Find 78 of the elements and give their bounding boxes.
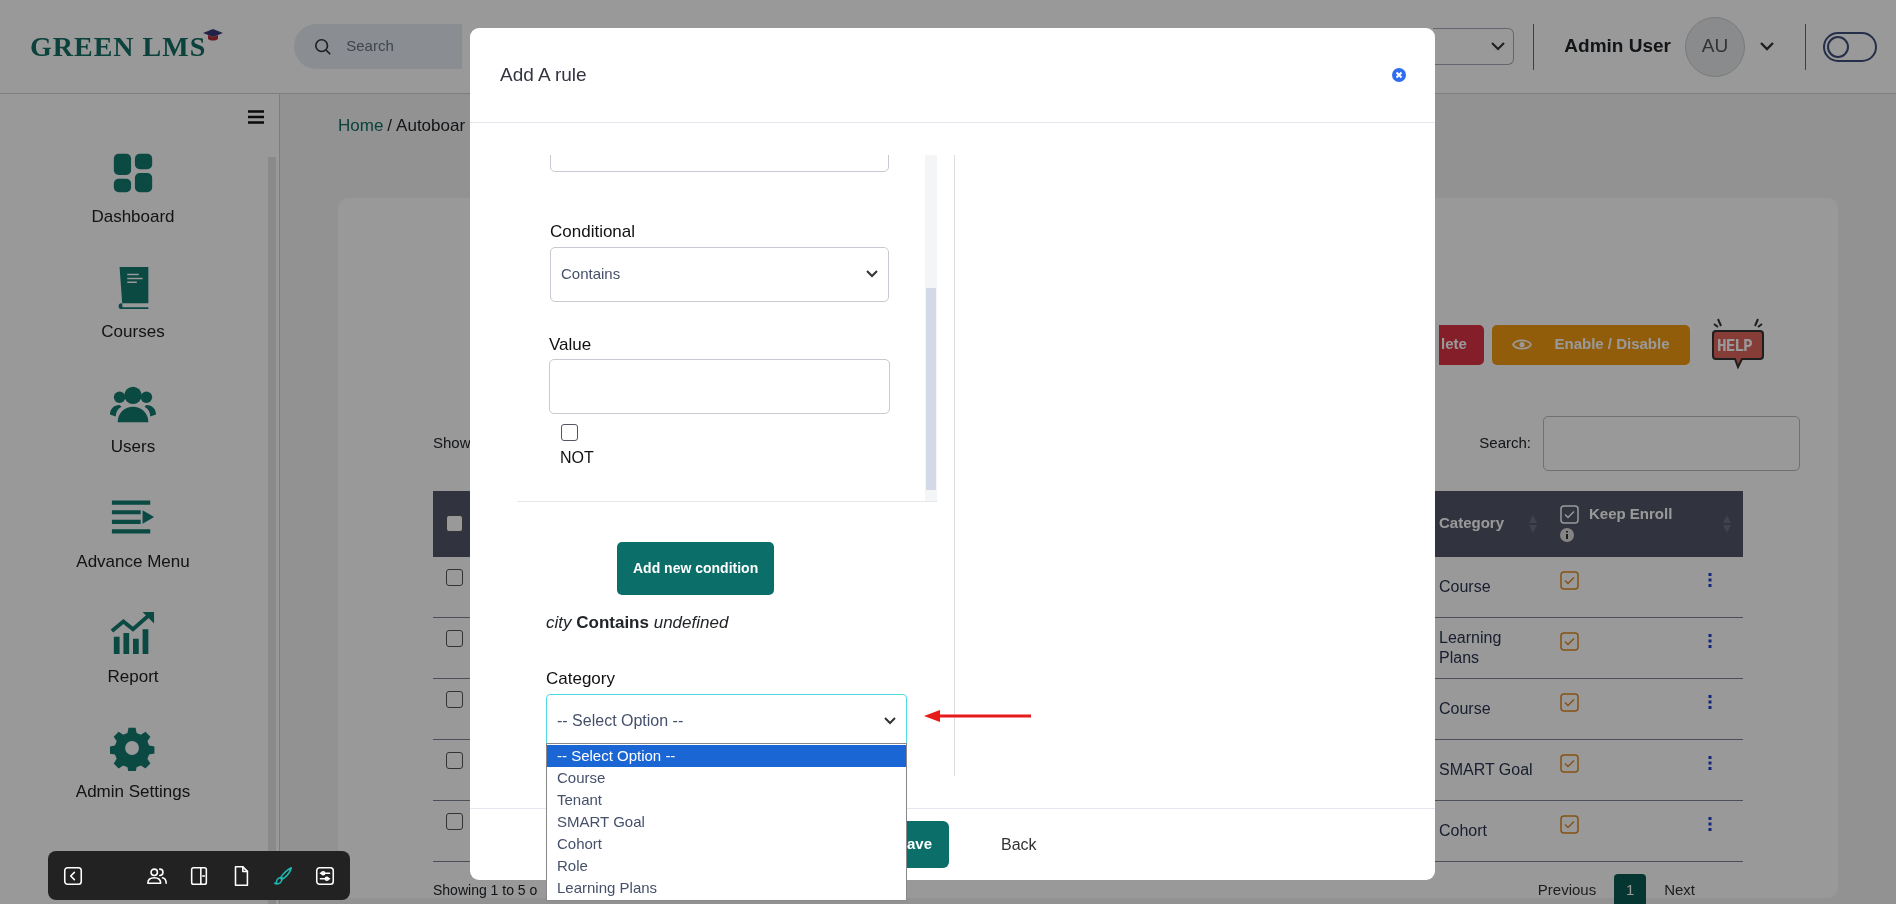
dropdown-option[interactable]: Tenant bbox=[547, 789, 906, 811]
checkbox[interactable] bbox=[1560, 814, 1579, 834]
field-label: Value bbox=[549, 333, 593, 356]
help-badge-text: HELP bbox=[1717, 334, 1752, 357]
not-label: NOT bbox=[560, 448, 595, 468]
pagination-button[interactable]: 1 bbox=[1614, 873, 1647, 904]
delete-button[interactable]: lete bbox=[1439, 324, 1484, 365]
row-checkbox[interactable] bbox=[446, 812, 463, 830]
sidebar-item[interactable]: Courses bbox=[101, 265, 165, 380]
bar-chart-icon bbox=[110, 610, 156, 656]
breadcrumb-current: Autoboar bbox=[396, 115, 466, 137]
dropdown-option[interactable]: Role bbox=[547, 855, 906, 877]
table-search-field[interactable] bbox=[1543, 415, 1800, 471]
chevron-down-icon bbox=[866, 270, 878, 278]
breadcrumb-link[interactable]: Home bbox=[338, 113, 384, 139]
back-button[interactable]: Back bbox=[1001, 832, 1037, 857]
table-cell: Cohort bbox=[1439, 820, 1488, 841]
dropdown-option[interactable]: -- Select Option -- bbox=[547, 745, 906, 767]
value-input[interactable] bbox=[549, 359, 890, 414]
checkbox[interactable] bbox=[446, 515, 463, 532]
save-button[interactable]: ave bbox=[907, 821, 949, 868]
checkbox[interactable] bbox=[1560, 753, 1579, 773]
user-avatar[interactable]: AU bbox=[1685, 16, 1745, 77]
table-cell: Course bbox=[1439, 576, 1491, 597]
sidebar-item[interactable]: Advance Menu bbox=[76, 495, 190, 610]
condition-summary: city Contains undefined bbox=[546, 612, 730, 634]
kebab-menu-icon[interactable] bbox=[1708, 755, 1712, 770]
checkbox[interactable] bbox=[1560, 570, 1579, 590]
dropdown-option[interactable]: Cohort bbox=[547, 833, 906, 855]
kebab-menu-icon[interactable] bbox=[1708, 694, 1712, 709]
row-checkbox[interactable] bbox=[446, 568, 463, 586]
checkbox[interactable] bbox=[561, 424, 578, 441]
table-cell: Course bbox=[1439, 698, 1491, 719]
row-checkbox[interactable] bbox=[446, 751, 463, 769]
sidebar-item[interactable]: Admin Settings bbox=[75, 725, 191, 840]
table-info: Showing 1 to 5 o bbox=[433, 881, 538, 900]
scrollbar[interactable] bbox=[925, 155, 937, 501]
kebab-menu-icon[interactable] bbox=[1708, 572, 1712, 587]
row-checkbox[interactable] bbox=[446, 629, 463, 647]
column-header[interactable]: Keep Enroll bbox=[1589, 503, 1673, 526]
close-icon[interactable] bbox=[1392, 68, 1406, 82]
chevron-down-icon bbox=[884, 717, 896, 725]
field-label: Category bbox=[546, 667, 616, 690]
breadcrumb-separator: / bbox=[387, 115, 393, 137]
table-cell-text: Learning Plans bbox=[1439, 628, 1503, 667]
kebab-menu-icon[interactable] bbox=[1708, 633, 1712, 648]
column-header[interactable]: Category bbox=[1439, 512, 1505, 535]
menu-icon[interactable] bbox=[248, 110, 264, 124]
kebab-menu-icon[interactable] bbox=[1708, 816, 1712, 831]
conditional-select[interactable]: Contains bbox=[550, 246, 889, 302]
chevron-down-icon bbox=[1491, 42, 1506, 51]
show-label: Show bbox=[433, 432, 471, 453]
info-icon[interactable] bbox=[1560, 528, 1574, 542]
checkbox[interactable] bbox=[1560, 631, 1579, 651]
search-icon bbox=[314, 37, 333, 56]
sidebar-item[interactable]: Users bbox=[110, 380, 156, 495]
table-cell: SMART Goal bbox=[1439, 759, 1533, 780]
dropdown-option[interactable]: Learning Plans bbox=[547, 877, 906, 899]
row-checkbox[interactable] bbox=[446, 690, 463, 708]
search-label: Search: bbox=[1479, 432, 1531, 453]
sidebar-item[interactable]: Report bbox=[107, 610, 159, 725]
dropdown-option[interactable]: Course bbox=[547, 767, 906, 789]
user-name: Admin User bbox=[1564, 34, 1671, 59]
field-label: Conditional bbox=[550, 221, 637, 243]
theme-toggle[interactable] bbox=[1823, 31, 1877, 62]
gear-icon bbox=[110, 725, 156, 771]
eye-icon bbox=[1512, 338, 1533, 351]
pagination-button[interactable]: Next bbox=[1646, 879, 1713, 902]
sidebar-item[interactable]: Dashboard bbox=[91, 150, 175, 265]
checkbox[interactable] bbox=[1560, 692, 1579, 712]
scrollbar[interactable] bbox=[268, 157, 276, 904]
pagination-button[interactable]: Previous bbox=[1519, 879, 1615, 902]
chevron-down-icon[interactable] bbox=[1760, 42, 1774, 51]
add-condition-button[interactable]: Add new condition bbox=[617, 542, 775, 595]
search-placeholder: Search bbox=[346, 36, 394, 57]
dropdown-option[interactable]: SMART Goal bbox=[547, 811, 906, 833]
modal-title: Add A rule bbox=[500, 63, 587, 87]
logo-text: GREEN LMS bbox=[30, 29, 207, 64]
